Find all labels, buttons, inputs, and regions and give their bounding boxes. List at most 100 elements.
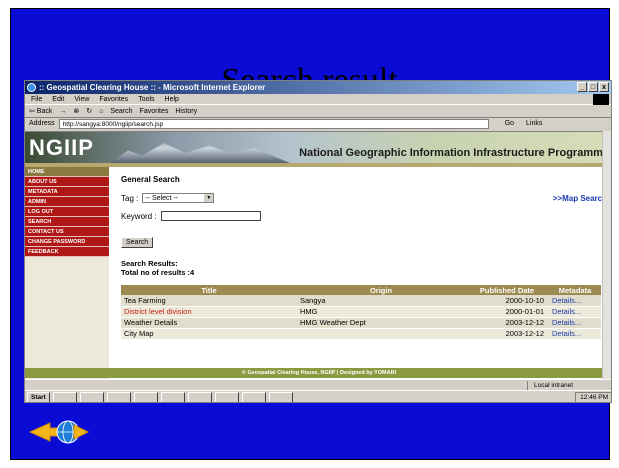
cell-date: 2003-12-12 bbox=[465, 328, 549, 340]
forward-button[interactable]: → bbox=[59, 105, 66, 117]
nav-metadata[interactable]: METADATA bbox=[25, 187, 109, 197]
table-row: City Map 2003-12-12 Details... bbox=[121, 328, 601, 340]
go-button[interactable]: Go bbox=[505, 118, 514, 130]
start-button[interactable]: Start bbox=[27, 391, 50, 402]
home-button[interactable]: ⌂ bbox=[99, 105, 103, 117]
col-title: Title bbox=[121, 285, 297, 295]
cell-title: City Map bbox=[121, 328, 297, 340]
window-controls: _ □ x bbox=[577, 82, 609, 92]
table-row: Weather Details HMG Weather Dept 2003-12… bbox=[121, 317, 601, 329]
details-link[interactable]: Details... bbox=[552, 307, 581, 316]
status-bar: Local intranet bbox=[25, 379, 611, 390]
details-link[interactable]: Details... bbox=[552, 318, 581, 327]
menu-view[interactable]: View bbox=[74, 94, 89, 104]
cell-date: 2003-12-12 bbox=[465, 317, 549, 329]
menu-help[interactable]: Help bbox=[165, 94, 179, 104]
cell-origin bbox=[297, 328, 465, 340]
col-metadata: Metadata bbox=[549, 285, 601, 295]
taskbar-item[interactable] bbox=[79, 391, 104, 402]
taskbar-item[interactable] bbox=[133, 391, 158, 402]
map-search-link[interactable]: >>Map Search bbox=[553, 194, 607, 203]
keyword-input[interactable] bbox=[160, 211, 261, 221]
taskbar-item[interactable] bbox=[160, 391, 185, 402]
nav-feedback[interactable]: FEEDBACK bbox=[25, 247, 109, 257]
menu-bar: File Edit View Favorites Tools Help bbox=[25, 94, 611, 105]
browser-toolbar: ⇦ Back → ⊗ ↻ ⌂ Search Favorites History bbox=[25, 105, 611, 118]
address-input[interactable]: http://sangya:8000/ngiip/search.jsp bbox=[58, 119, 489, 129]
tag-row: Tag : -- Select -- ▼ bbox=[121, 193, 215, 203]
table-header-row: Title Origin Published Date Metadata bbox=[121, 285, 601, 295]
table-row: District level division HMG 2000-01-01 D… bbox=[121, 306, 601, 318]
security-zone: Local intranet bbox=[526, 381, 573, 390]
browser-title: :: Geospatial Clearing House :: - Micros… bbox=[39, 83, 266, 92]
program-name: National Geographic Information Infrastr… bbox=[299, 147, 609, 159]
site-footer: © Geospatial Clearing House, NGIIP | Des… bbox=[25, 368, 611, 378]
browser-window: :: Geospatial Clearing House :: - Micros… bbox=[24, 80, 612, 403]
vertical-scrollbar[interactable] bbox=[602, 131, 611, 379]
site-logo[interactable]: NGIIP bbox=[29, 135, 94, 161]
minimize-button[interactable]: _ bbox=[577, 82, 587, 92]
menu-edit[interactable]: Edit bbox=[52, 94, 64, 104]
windows-logo-icon bbox=[593, 94, 609, 105]
site-banner: NGIIP National Geographic Information In… bbox=[25, 132, 611, 163]
table-row: Tea Farming Sangya 2000-10-10 Details... bbox=[121, 295, 601, 307]
browser-titlebar[interactable]: :: Geospatial Clearing House :: - Micros… bbox=[25, 81, 611, 94]
dropdown-arrow-icon: ▼ bbox=[204, 194, 214, 202]
tag-label: Tag : bbox=[121, 193, 139, 203]
cell-origin: Sangya bbox=[297, 295, 465, 307]
nav-change-password[interactable]: CHANGE PASSWORD bbox=[25, 237, 109, 247]
keyword-label: Keyword : bbox=[121, 211, 157, 221]
close-button[interactable]: x bbox=[599, 82, 609, 92]
taskbar-item[interactable] bbox=[106, 391, 131, 402]
page-viewport: NGIIP National Geographic Information In… bbox=[25, 131, 611, 379]
globe-icon bbox=[28, 420, 90, 444]
cell-date: 2000-01-01 bbox=[465, 306, 549, 318]
links-button[interactable]: Links bbox=[526, 118, 542, 130]
slide: Search result :: Geospatial Clearing Hou… bbox=[0, 0, 619, 468]
stop-button[interactable]: ⊗ bbox=[73, 105, 79, 117]
search-content: General Search Tag : -- Select -- ▼ >>Ma… bbox=[121, 167, 611, 379]
cell-title[interactable]: District level division bbox=[121, 306, 297, 318]
taskbar: Start 12:46 PM bbox=[25, 390, 611, 402]
address-bar: Address http://sangya:8000/ngiip/search.… bbox=[25, 118, 611, 130]
taskbar-item[interactable] bbox=[241, 391, 266, 402]
history-button[interactable]: History bbox=[175, 105, 197, 117]
taskbar-item[interactable] bbox=[187, 391, 212, 402]
nav-about-us[interactable]: ABOUT US bbox=[25, 177, 109, 187]
maximize-button[interactable]: □ bbox=[588, 82, 598, 92]
favorites-button[interactable]: Favorites bbox=[140, 105, 169, 117]
back-button[interactable]: ⇦ Back bbox=[29, 105, 52, 117]
ie-icon bbox=[27, 83, 36, 92]
cell-origin: HMG bbox=[297, 306, 465, 318]
results-summary: Search Results: Total no of results :4 bbox=[121, 259, 194, 277]
address-label: Address bbox=[29, 120, 55, 127]
search-button[interactable]: Search bbox=[121, 237, 154, 248]
menu-favorites[interactable]: Favorites bbox=[99, 94, 128, 104]
menu-file[interactable]: File bbox=[31, 94, 42, 104]
cell-origin: HMG Weather Dept bbox=[297, 317, 465, 329]
taskbar-item[interactable] bbox=[214, 391, 239, 402]
results-heading: Search Results: bbox=[121, 259, 178, 268]
menu-tools[interactable]: Tools bbox=[138, 94, 154, 104]
details-link[interactable]: Details... bbox=[552, 329, 581, 338]
cell-title: Tea Farming bbox=[121, 295, 297, 307]
nav-search[interactable]: SEARCH bbox=[25, 217, 109, 227]
taskbar-item[interactable] bbox=[52, 391, 77, 402]
nav-log-out[interactable]: LOG OUT bbox=[25, 207, 109, 217]
refresh-button[interactable]: ↻ bbox=[86, 105, 92, 117]
tag-select[interactable]: -- Select -- ▼ bbox=[142, 193, 215, 203]
search-button-toolbar[interactable]: Search bbox=[110, 105, 132, 117]
sidebar-nav: HOME ABOUT US METADATA ADMIN LOG OUT SEA… bbox=[25, 167, 109, 379]
keyword-row: Keyword : bbox=[121, 211, 261, 221]
taskbar-item[interactable] bbox=[268, 391, 293, 402]
nav-home[interactable]: HOME bbox=[25, 167, 109, 177]
nav-admin[interactable]: ADMIN bbox=[25, 197, 109, 207]
col-published-date: Published Date bbox=[465, 285, 549, 295]
cell-title: Weather Details bbox=[121, 317, 297, 329]
tag-select-value: -- Select -- bbox=[145, 195, 179, 202]
details-link[interactable]: Details... bbox=[552, 296, 581, 305]
cell-date: 2000-10-10 bbox=[465, 295, 549, 307]
general-search-heading: General Search bbox=[121, 175, 180, 184]
nav-contact-us[interactable]: CONTACT US bbox=[25, 227, 109, 237]
results-table: Title Origin Published Date Metadata Tea… bbox=[121, 285, 601, 340]
